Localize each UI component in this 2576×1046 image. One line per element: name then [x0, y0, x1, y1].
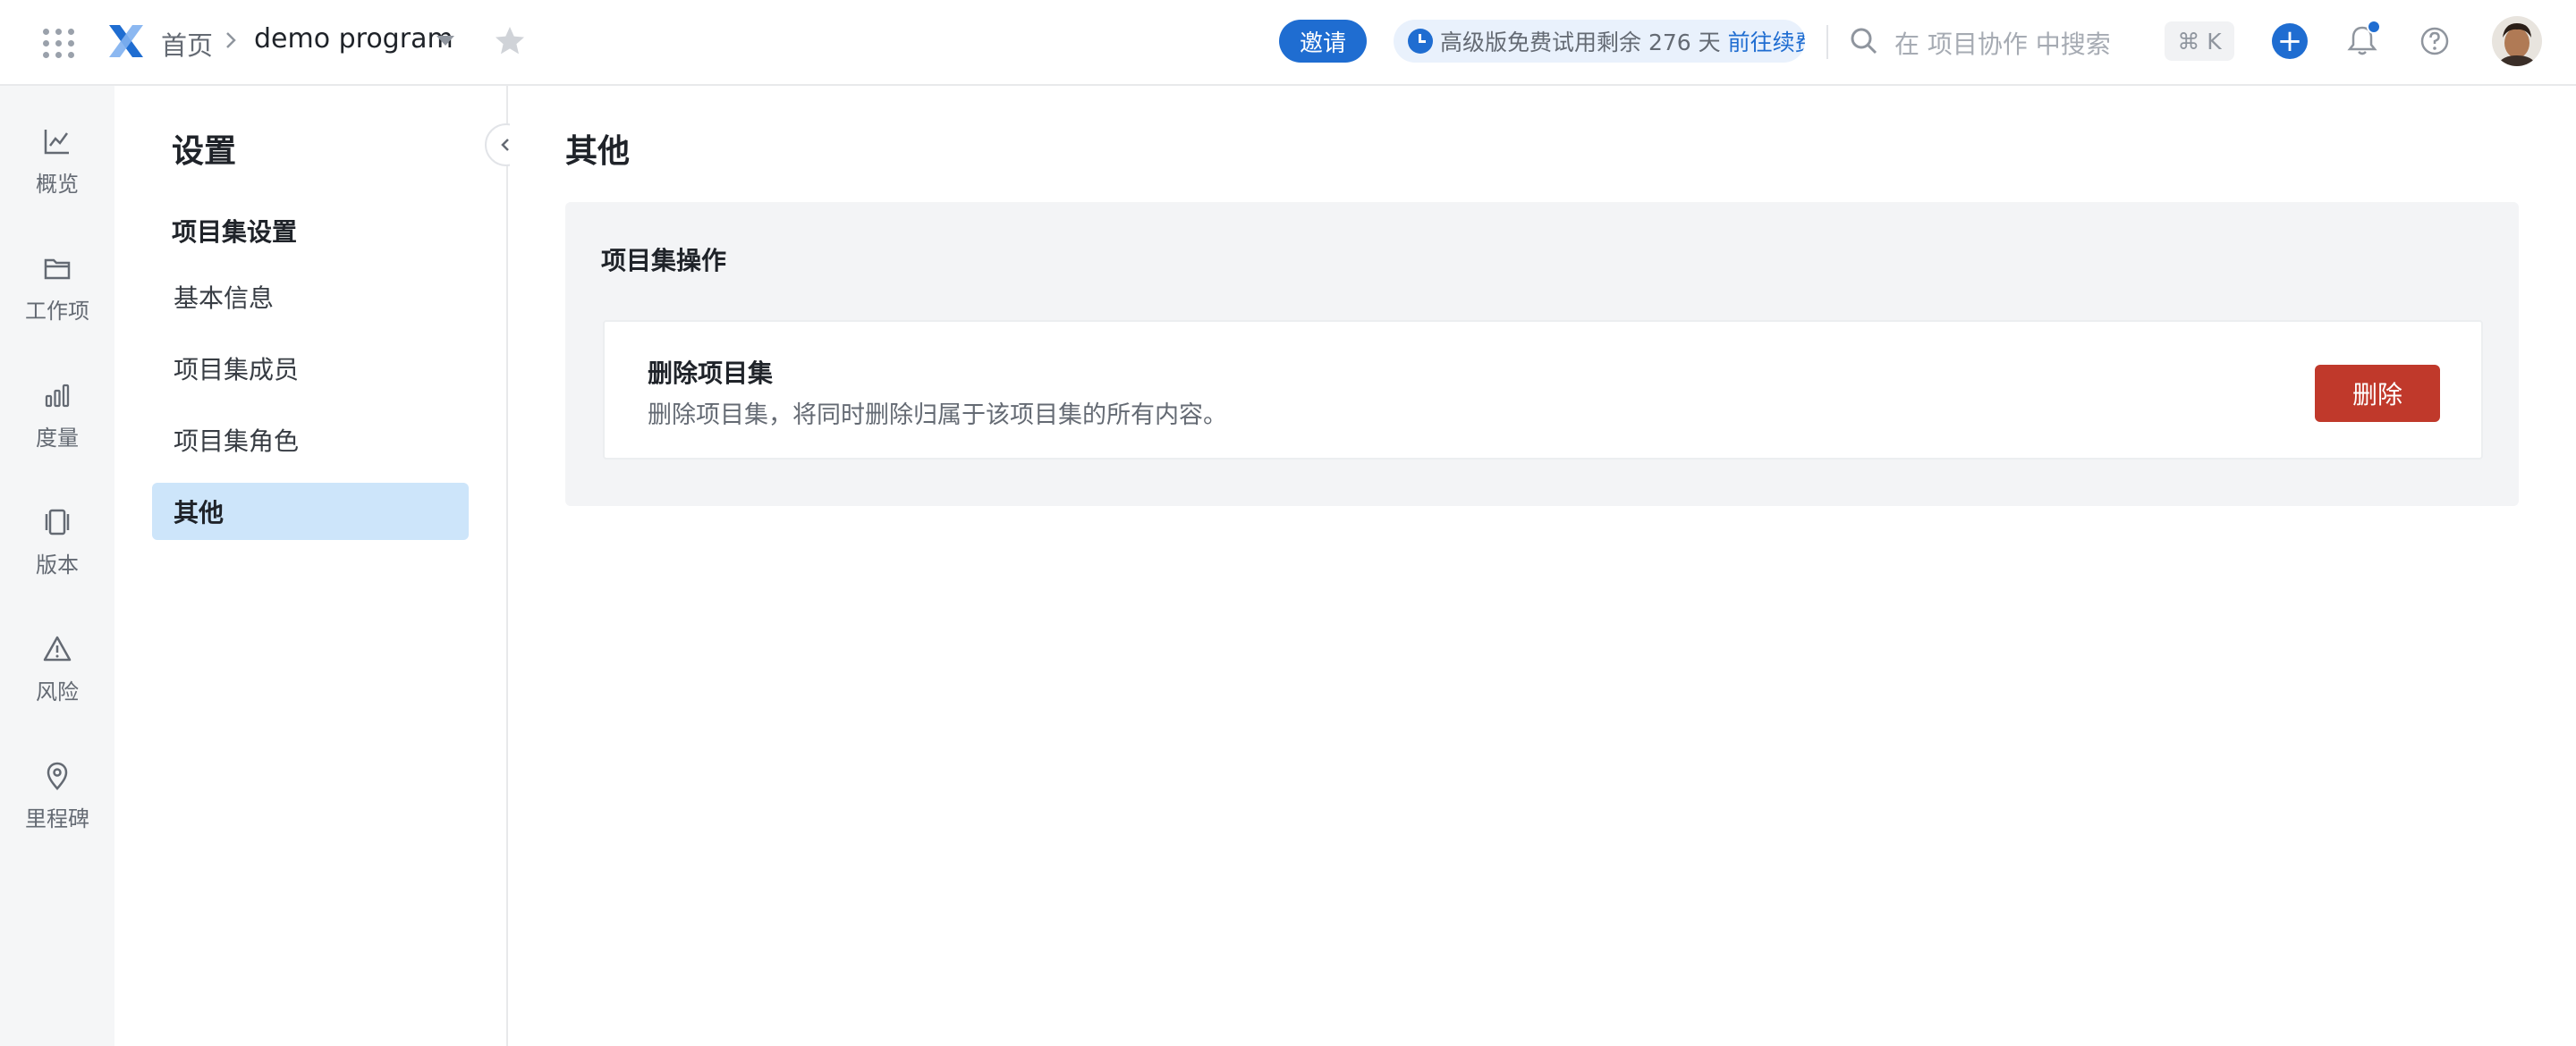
chevron-right-icon [226, 32, 236, 48]
delete-button[interactable]: 删除 [2315, 365, 2440, 422]
icon-rail: 概览 工作项 度量 版本 风险 里程碑 [0, 86, 114, 1046]
top-bar: 首页 demo program 邀请 高级版免费试用剩余 276 天 前往续费 … [0, 0, 2576, 86]
rail-item-label: 度量 [36, 426, 79, 451]
trial-banner: 高级版免费试用剩余 276 天 前往续费 [1394, 20, 1805, 63]
breadcrumb-program[interactable]: demo program [254, 23, 453, 55]
rail-item-label: 版本 [36, 553, 79, 578]
folder-icon [44, 258, 71, 280]
card-title: 删除项目集 [648, 359, 774, 388]
rail-item-workitems[interactable]: 工作项 [0, 252, 114, 342]
rail-item-label: 工作项 [25, 299, 89, 324]
create-button[interactable]: + [2272, 23, 2308, 59]
search-input[interactable]: 在 项目协作 中搜索 [1894, 25, 2111, 61]
settings-nav: 设置 项目集设置 基本信息 项目集成员 项目集角色 其他 [114, 86, 528, 1046]
location-pin-icon [47, 762, 68, 790]
nav-item-roles[interactable]: 项目集角色 [152, 411, 469, 468]
delete-program-card: 删除项目集 删除项目集，将同时删除归属于该项目集的所有内容。 删除 [603, 320, 2483, 460]
avatar[interactable] [2492, 16, 2542, 66]
section-title: 项目集操作 [601, 246, 727, 275]
clock-icon [1408, 29, 1433, 54]
logo-icon[interactable] [104, 18, 148, 63]
app-grid-icon[interactable] [39, 25, 75, 61]
notification-dot [2367, 20, 2381, 34]
version-icon [45, 509, 70, 536]
main-content: 其他 项目集操作 删除项目集 删除项目集，将同时删除归属于该项目集的所有内容。 … [510, 86, 2576, 1046]
chart-line-icon [44, 130, 69, 155]
operations-panel: 项目集操作 删除项目集 删除项目集，将同时删除归属于该项目集的所有内容。 删除 [565, 202, 2519, 506]
renew-link[interactable]: 前往续费 [1728, 25, 1805, 57]
settings-group-title: 项目集设置 [172, 217, 298, 247]
rail-item-label: 概览 [36, 172, 79, 197]
caret-down-icon[interactable] [436, 36, 454, 46]
rail-item-label: 风险 [36, 679, 79, 704]
shortcut-badge: ⌘ K [2165, 21, 2234, 61]
invite-button[interactable]: 邀请 [1279, 20, 1367, 63]
rail-item-risks[interactable]: 风险 [0, 633, 114, 722]
nav-item-members[interactable]: 项目集成员 [152, 340, 469, 397]
rail-item-milestones[interactable]: 里程碑 [0, 760, 114, 849]
settings-title: 设置 [172, 133, 237, 170]
search-icon[interactable] [1846, 23, 1882, 59]
star-icon[interactable] [492, 23, 528, 59]
nav-item-other[interactable]: 其他 [152, 483, 469, 540]
divider [1826, 25, 1828, 59]
page-title: 其他 [565, 133, 631, 170]
rail-item-label: 里程碑 [25, 806, 89, 831]
trial-text: 高级版免费试用剩余 276 天 [1440, 30, 1721, 55]
bar-chart-icon [45, 384, 70, 408]
card-description: 删除项目集，将同时删除归属于该项目集的所有内容。 [648, 401, 1227, 429]
rail-item-versions[interactable]: 版本 [0, 506, 114, 595]
nav-item-basic-info[interactable]: 基本信息 [152, 268, 469, 325]
warning-icon [43, 636, 72, 662]
help-icon[interactable] [2417, 23, 2453, 59]
rail-item-metrics[interactable]: 度量 [0, 379, 114, 468]
breadcrumb-home[interactable]: 首页 [161, 25, 213, 63]
rail-item-overview[interactable]: 概览 [0, 125, 114, 215]
